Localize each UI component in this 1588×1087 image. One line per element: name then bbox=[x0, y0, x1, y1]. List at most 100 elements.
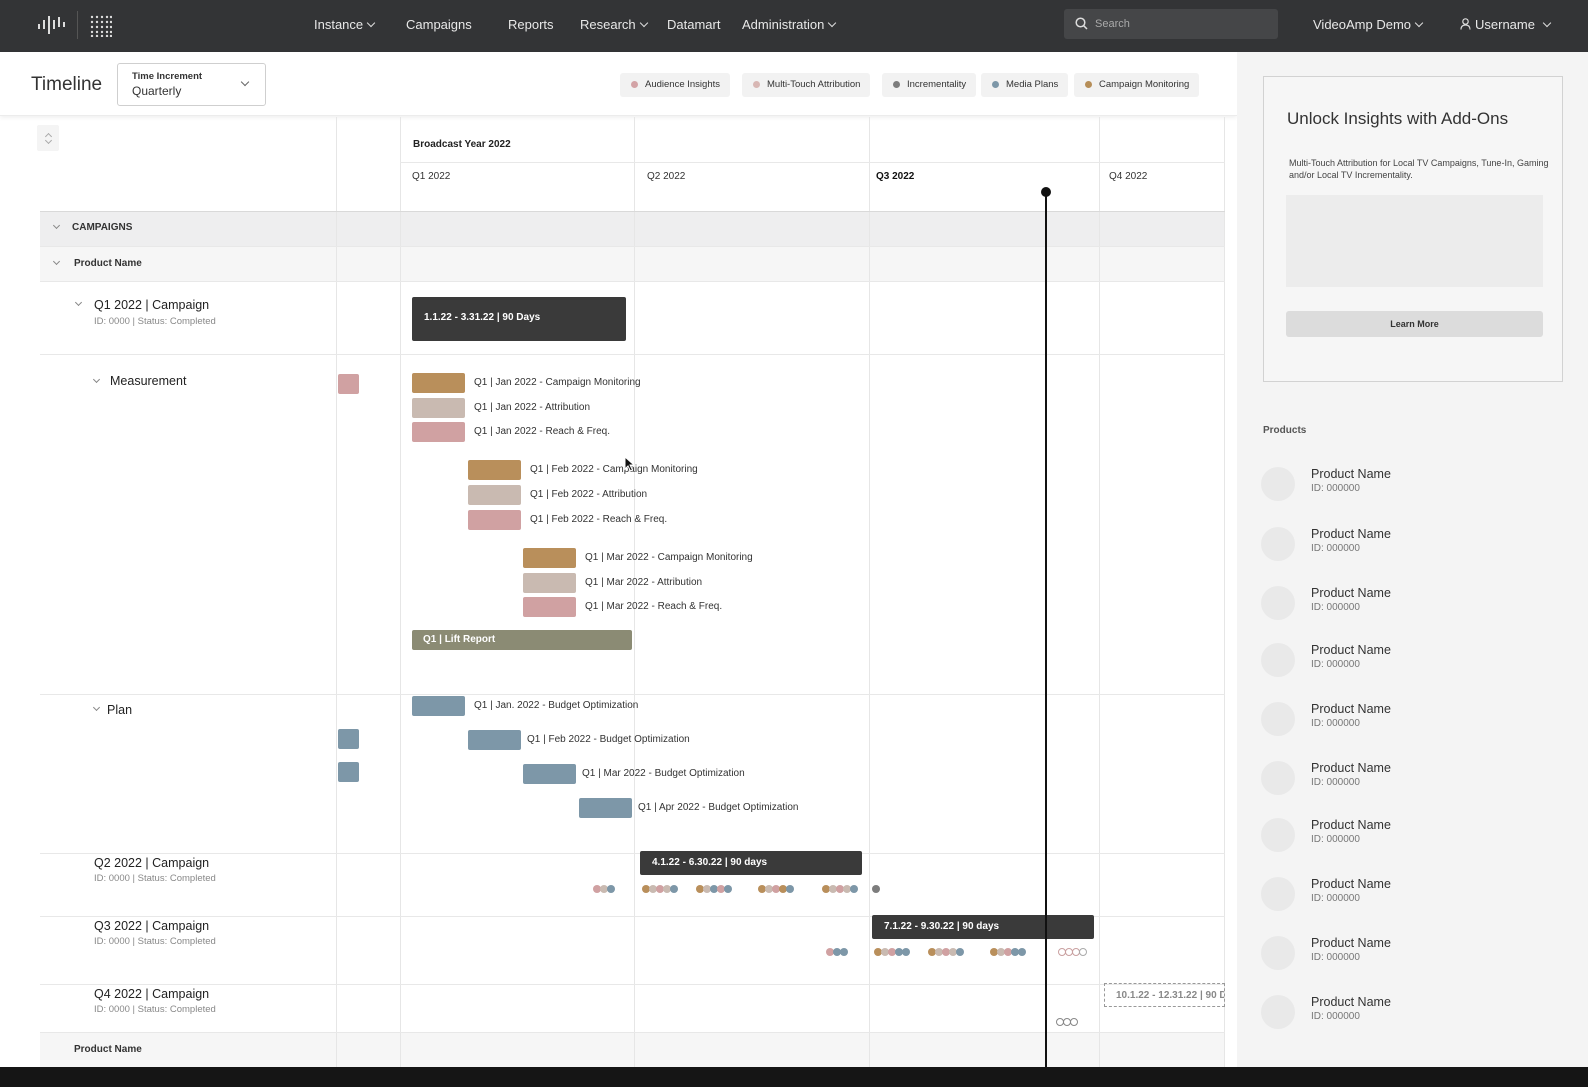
activity-dots[interactable] bbox=[758, 885, 794, 893]
account-label: VideoAmp Demo bbox=[1313, 17, 1412, 32]
measurement-item-label[interactable]: Q1 | Feb 2022 - Campaign Monitoring bbox=[530, 464, 698, 475]
product-name: Product Name bbox=[1311, 467, 1391, 481]
measurement-tag[interactable] bbox=[468, 510, 521, 530]
activity-dots[interactable] bbox=[826, 948, 848, 956]
legend-campaign-monitoring[interactable]: Campaign Monitoring bbox=[1074, 73, 1200, 97]
activity-dots[interactable] bbox=[990, 948, 1026, 956]
app-grid-icon[interactable] bbox=[90, 15, 112, 37]
activity-dots[interactable] bbox=[928, 948, 964, 956]
legend-audience-insights[interactable]: Audience Insights bbox=[620, 73, 730, 97]
product-avatar bbox=[1261, 643, 1295, 677]
grid-line bbox=[40, 1032, 1225, 1033]
measurement-tag[interactable] bbox=[523, 573, 576, 593]
chevron-down-icon bbox=[828, 18, 837, 28]
chevron-down-icon[interactable] bbox=[92, 703, 101, 712]
campaign-name[interactable]: Q2 2022 | Campaign bbox=[94, 856, 209, 870]
product-name: Product Name bbox=[1311, 702, 1391, 716]
product-list-item[interactable]: Product Name ID: 000000 bbox=[1261, 584, 1561, 624]
account-switcher[interactable]: VideoAmp Demo bbox=[1313, 17, 1424, 32]
measurement-item-label[interactable]: Q1 | Mar 2022 - Campaign Monitoring bbox=[585, 552, 753, 563]
plan-item-label[interactable]: Q1 | Mar 2022 - Budget Optimization bbox=[582, 768, 745, 779]
legend-media-plans[interactable]: Media Plans bbox=[981, 73, 1069, 97]
broadcast-year-label: Broadcast Year 2022 bbox=[413, 139, 511, 150]
nav-datamart[interactable]: Datamart bbox=[667, 17, 720, 32]
chevron-down-icon bbox=[44, 136, 53, 145]
plan-tag[interactable] bbox=[523, 764, 576, 784]
grid-line bbox=[40, 354, 1225, 355]
legend-dot-icon bbox=[893, 81, 900, 88]
product-list-item[interactable]: Product Name ID: 000000 bbox=[1261, 816, 1561, 856]
overflow-tag[interactable] bbox=[338, 729, 359, 749]
learn-more-button[interactable]: Learn More bbox=[1286, 311, 1543, 337]
product-list-item[interactable]: Product Name ID: 000000 bbox=[1261, 700, 1561, 740]
measurement-item-label[interactable]: Q1 | Mar 2022 - Reach & Freq. bbox=[585, 601, 722, 612]
time-increment-value: Quarterly bbox=[132, 84, 182, 98]
plan-item-label[interactable]: Q1 | Apr 2022 - Budget Optimization bbox=[638, 802, 798, 813]
expand-collapse-toggle[interactable] bbox=[37, 125, 59, 151]
product-section-header: Product Name bbox=[74, 258, 142, 269]
user-menu[interactable]: Username bbox=[1460, 17, 1552, 32]
campaign-date-bar[interactable]: 7.1.22 - 9.30.22 | 90 days bbox=[872, 915, 1094, 939]
nav-instance[interactable]: Instance bbox=[314, 17, 376, 32]
legend-incrementality[interactable]: Incrementality bbox=[882, 73, 977, 97]
campaign-date-bar[interactable]: 1.1.22 - 3.31.22 | 90 Days bbox=[412, 297, 626, 341]
measurement-tag[interactable] bbox=[412, 422, 465, 442]
measurement-item-label[interactable]: Q1 | Mar 2022 - Attribution bbox=[585, 577, 702, 588]
product-list-item[interactable]: Product Name ID: 000000 bbox=[1261, 759, 1561, 799]
activity-dots-upcoming[interactable] bbox=[1058, 948, 1087, 956]
activity-dots-upcoming[interactable] bbox=[1056, 1018, 1078, 1026]
campaign-date-bar-upcoming[interactable]: 10.1.22 - 12.31.22 | 90 Days bbox=[1104, 983, 1225, 1007]
product-avatar bbox=[1261, 467, 1295, 501]
overflow-tag[interactable] bbox=[338, 374, 359, 394]
campaign-name[interactable]: Q4 2022 | Campaign bbox=[94, 987, 209, 1001]
product-list-item[interactable]: Product Name ID: 000000 bbox=[1261, 875, 1561, 915]
overflow-tag[interactable] bbox=[338, 762, 359, 782]
product-list-item[interactable]: Product Name ID: 000000 bbox=[1261, 993, 1561, 1033]
nav-research[interactable]: Research bbox=[580, 17, 648, 32]
measurement-item-label[interactable]: Q1 | Jan 2022 - Reach & Freq. bbox=[474, 426, 610, 437]
product-list-item[interactable]: Product Name ID: 000000 bbox=[1261, 465, 1561, 505]
campaign-date-bar[interactable]: 4.1.22 - 6.30.22 | 90 days bbox=[640, 851, 862, 875]
product-list-item[interactable]: Product Name ID: 000000 bbox=[1261, 525, 1561, 565]
chevron-down-icon[interactable] bbox=[74, 298, 83, 307]
activity-dots[interactable] bbox=[593, 885, 615, 893]
measurement-tag[interactable] bbox=[412, 373, 465, 393]
activity-dots[interactable] bbox=[696, 885, 732, 893]
measurement-tag[interactable] bbox=[468, 460, 521, 480]
lift-report-bar[interactable]: Q1 | Lift Report bbox=[412, 630, 632, 650]
measurement-item-label[interactable]: Q1 | Feb 2022 - Reach & Freq. bbox=[530, 514, 667, 525]
nav-campaigns[interactable]: Campaigns bbox=[406, 17, 472, 32]
time-increment-select[interactable]: Time Increment Quarterly bbox=[117, 63, 266, 106]
measurement-item-label[interactable]: Q1 | Jan 2022 - Campaign Monitoring bbox=[474, 377, 641, 388]
measurement-item-label[interactable]: Q1 | Jan 2022 - Attribution bbox=[474, 402, 590, 413]
measurement-item-label[interactable]: Q1 | Feb 2022 - Attribution bbox=[530, 489, 647, 500]
product-list-item[interactable]: Product Name ID: 000000 bbox=[1261, 934, 1561, 974]
campaign-name[interactable]: Q1 2022 | Campaign bbox=[94, 298, 209, 312]
plan-tag[interactable] bbox=[579, 798, 632, 818]
nav-administration[interactable]: Administration bbox=[742, 17, 837, 32]
product-avatar bbox=[1261, 527, 1295, 561]
measurement-tag[interactable] bbox=[523, 548, 576, 568]
product-avatar bbox=[1261, 818, 1295, 852]
chevron-down-icon[interactable] bbox=[92, 375, 101, 384]
plan-tag[interactable] bbox=[412, 696, 465, 716]
measurement-tag[interactable] bbox=[523, 597, 576, 617]
time-increment-label: Time Increment bbox=[132, 71, 203, 82]
campaign-name[interactable]: Q3 2022 | Campaign bbox=[94, 919, 209, 933]
activity-dots[interactable] bbox=[822, 885, 858, 893]
measurement-tag[interactable] bbox=[412, 398, 465, 418]
measurement-tag[interactable] bbox=[468, 485, 521, 505]
videoamp-logo-icon[interactable] bbox=[36, 14, 66, 36]
plan-item-label[interactable]: Q1 | Jan. 2022 - Budget Optimization bbox=[474, 700, 638, 711]
legend-multi-touch-attribution[interactable]: Multi-Touch Attribution bbox=[742, 73, 871, 97]
campaigns-section-header: CAMPAIGNS bbox=[72, 222, 133, 233]
activity-dots[interactable] bbox=[642, 885, 678, 893]
nav-reports[interactable]: Reports bbox=[508, 17, 554, 32]
plan-tag[interactable] bbox=[468, 730, 521, 750]
activity-dots[interactable] bbox=[872, 885, 880, 893]
product-list-item[interactable]: Product Name ID: 000000 bbox=[1261, 641, 1561, 681]
search-box[interactable] bbox=[1064, 9, 1278, 39]
activity-dots[interactable] bbox=[874, 948, 910, 956]
plan-item-label[interactable]: Q1 | Feb 2022 - Budget Optimization bbox=[527, 734, 690, 745]
search-input[interactable] bbox=[1095, 15, 1265, 33]
